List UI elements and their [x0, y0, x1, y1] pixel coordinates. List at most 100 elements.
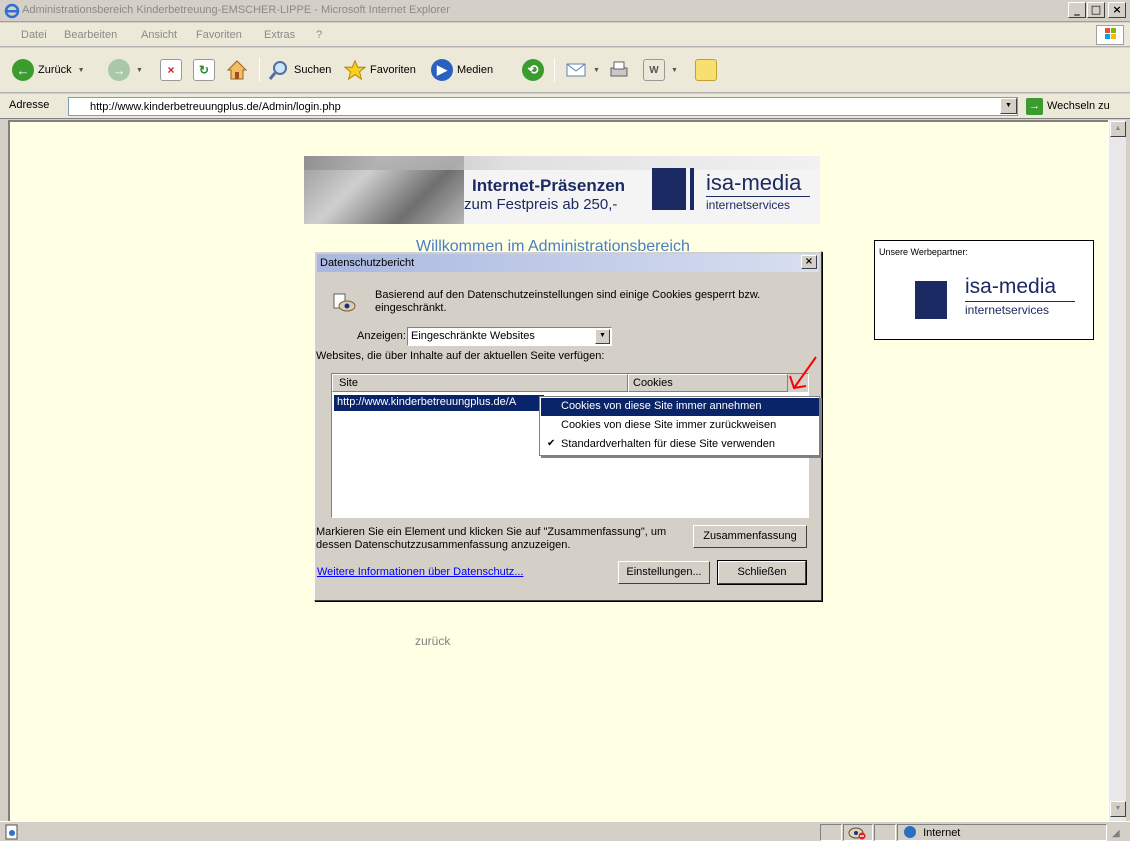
- favorites-button[interactable]: Favoriten: [344, 58, 416, 82]
- menu-item-default-behavior[interactable]: ✔ Standardverhalten für diese Site verwe…: [541, 436, 819, 454]
- media-icon: ▶: [431, 59, 453, 81]
- show-label: Anzeigen:: [357, 330, 406, 342]
- menu-help[interactable]: ?: [316, 29, 322, 41]
- red-arrow-annotation-icon: [789, 356, 817, 390]
- scroll-up-button[interactable]: ▲: [1110, 121, 1126, 137]
- list-header: Site Cookies: [332, 374, 808, 392]
- partner-logo-sub: internetservices: [965, 303, 1050, 317]
- menu-item-default-label: Standardverhalten für diese Site verwend…: [561, 438, 776, 450]
- back-link[interactable]: zurück: [415, 634, 450, 648]
- close-button[interactable]: Schließen: [718, 561, 806, 584]
- more-info-link[interactable]: Weitere Informationen über Datenschutz..…: [317, 566, 523, 578]
- column-header-site[interactable]: Site: [332, 374, 628, 392]
- websites-label: Websites, die über Inhalte auf der aktue…: [316, 350, 605, 362]
- back-button[interactable]: ← Zurück ▼: [12, 58, 85, 82]
- partner-box: Unsere Werbepartner: isa-media internets…: [874, 240, 1094, 340]
- stop-icon: ×: [160, 59, 182, 81]
- ad-banner[interactable]: Internet-Präsenzen zum Festpreis ab 250,…: [304, 156, 820, 224]
- address-dropdown-button[interactable]: ▼: [1000, 98, 1017, 114]
- banner-logo-sub: internetservices: [706, 198, 791, 212]
- search-label: Suchen: [294, 64, 332, 76]
- forward-arrow-icon: →: [108, 59, 130, 81]
- refresh-button[interactable]: ↻: [193, 58, 215, 82]
- menu-favoriten[interactable]: Favoriten: [196, 29, 242, 41]
- edit-button[interactable]: W ▼: [643, 58, 678, 82]
- ie-icon: [4, 3, 20, 19]
- word-icon: W: [643, 59, 665, 81]
- favorites-label: Favoriten: [370, 64, 416, 76]
- resize-grip-icon[interactable]: ◢: [1112, 828, 1120, 839]
- column-header-cookies[interactable]: Cookies: [628, 374, 788, 392]
- isa-media-logo-icon: [652, 168, 690, 210]
- dialog-title-bar[interactable]: Datenschutzbericht ×: [317, 254, 819, 272]
- history-icon: ⟲: [522, 59, 544, 81]
- windows-logo-icon: [1096, 25, 1124, 45]
- back-label: Zurück: [38, 64, 72, 76]
- list-item[interactable]: http://www.kinderbetreuungplus.de/A: [334, 395, 544, 411]
- mail-icon: [565, 59, 587, 81]
- stop-button[interactable]: ×: [160, 58, 182, 82]
- menu-bar: Datei Bearbeiten Ansicht Favoriten Extra…: [0, 23, 1130, 47]
- cookie-context-menu: Cookies von diese Site immer annehmen Co…: [539, 396, 820, 456]
- menu-item-always-reject[interactable]: Cookies von diese Site immer zurückweise…: [541, 417, 819, 435]
- status-bar: Internet ◢: [0, 821, 1130, 841]
- scroll-down-button[interactable]: ▼: [1110, 801, 1126, 817]
- menu-datei[interactable]: Datei: [21, 29, 47, 41]
- vertical-scrollbar[interactable]: ▲ ▼: [1108, 120, 1126, 821]
- messenger-button[interactable]: [695, 58, 717, 82]
- show-select[interactable]: Eingeschränkte Websites ▼: [407, 327, 612, 346]
- print-button[interactable]: [608, 58, 630, 82]
- zone-label: Internet: [923, 827, 961, 839]
- chevron-down-icon: ▼: [671, 66, 678, 74]
- address-bar: Adresse http://www.kinderbetreuungplus.d…: [0, 94, 1130, 119]
- forward-button[interactable]: → ▼: [108, 58, 143, 82]
- zone-pane: Internet: [897, 824, 1107, 841]
- chevron-down-icon[interactable]: ▼: [595, 329, 610, 344]
- dialog-message: Basierend auf den Datenschutzeinstellung…: [375, 289, 761, 314]
- isa-media-logo-icon[interactable]: [915, 281, 947, 319]
- mail-button[interactable]: ▼: [565, 58, 600, 82]
- search-icon: [268, 59, 290, 81]
- banner-logo-name: isa-media: [706, 170, 802, 195]
- summary-hint: Markieren Sie ein Element und klicken Si…: [316, 526, 667, 551]
- minimize-button[interactable]: _: [1068, 2, 1086, 18]
- title-bar[interactable]: Administrationsbereich Kinderbetreuung-E…: [0, 0, 1130, 22]
- media-button[interactable]: ▶ Medien: [431, 58, 493, 82]
- settings-button[interactable]: Einstellungen...: [618, 561, 710, 584]
- summary-button[interactable]: Zusammenfassung: [693, 525, 807, 548]
- chevron-down-icon: ▼: [77, 66, 85, 74]
- home-icon: [226, 59, 248, 81]
- close-window-button[interactable]: ×: [1108, 2, 1126, 18]
- maximize-button[interactable]: □: [1087, 2, 1105, 18]
- menu-ansicht[interactable]: Ansicht: [141, 29, 177, 41]
- globe-icon: [904, 826, 916, 838]
- note-icon: [695, 59, 717, 81]
- privacy-status-pane[interactable]: [843, 824, 873, 841]
- chevron-down-icon: ▼: [136, 66, 143, 74]
- dialog-close-button[interactable]: ×: [801, 255, 817, 269]
- go-button[interactable]: Wechseln zu: [1047, 100, 1110, 112]
- address-input[interactable]: http://www.kinderbetreuungplus.de/Admin/…: [68, 97, 1018, 116]
- toolbar: ← Zurück ▼ → ▼ × ↻ Suchen Favoriten ▶ Me…: [0, 48, 1130, 93]
- menu-extras[interactable]: Extras: [264, 29, 295, 41]
- page-icon: [4, 824, 20, 840]
- address-url: http://www.kinderbetreuungplus.de/Admin/…: [90, 101, 341, 113]
- banner-subline: zum Festpreis ab 250,-: [464, 196, 618, 213]
- partner-title: Unsere Werbepartner:: [879, 247, 968, 257]
- search-button[interactable]: Suchen: [268, 58, 331, 82]
- menu-bearbeiten[interactable]: Bearbeiten: [64, 29, 117, 41]
- go-arrow-icon[interactable]: →: [1026, 98, 1043, 115]
- privacy-blocked-icon: [848, 827, 866, 841]
- partner-logo-name[interactable]: isa-media: [965, 275, 1056, 299]
- checkmark-icon: ✔: [547, 438, 556, 449]
- chevron-down-icon: ▼: [593, 66, 600, 74]
- media-label: Medien: [457, 64, 494, 76]
- home-button[interactable]: [226, 58, 248, 82]
- star-icon: [344, 59, 366, 81]
- history-button[interactable]: ⟲: [522, 58, 544, 82]
- window-title: Administrationsbereich Kinderbetreuung-E…: [22, 4, 450, 16]
- printer-icon: [608, 59, 630, 81]
- privacy-eye-icon: [332, 290, 356, 314]
- address-label: Adresse: [9, 99, 50, 111]
- menu-item-always-accept[interactable]: Cookies von diese Site immer annehmen: [541, 398, 819, 416]
